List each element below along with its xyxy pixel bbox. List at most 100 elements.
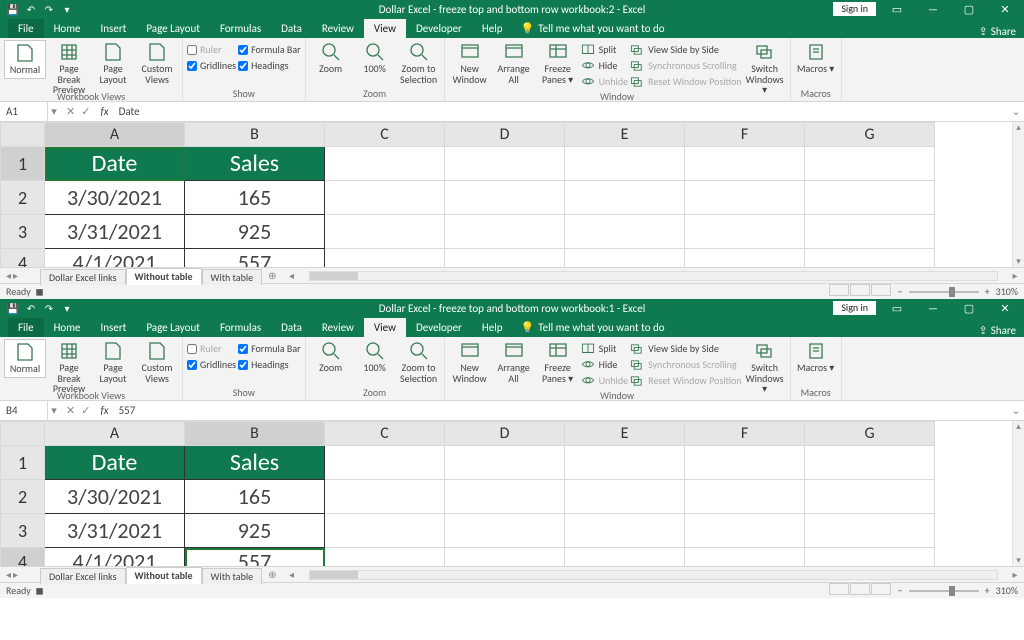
macros-button[interactable]: Macros ▾ (795, 339, 837, 376)
row-header-1[interactable]: 1 (1, 446, 45, 480)
minimize-button[interactable]: — (918, 0, 948, 18)
col-header-F[interactable]: F (685, 422, 805, 446)
sync-scroll-button[interactable]: Synchronous Scrolling (630, 357, 742, 372)
cell-A1[interactable]: Date (45, 147, 185, 181)
freeze-panes-button[interactable]: Freeze Panes ▾ (537, 339, 579, 386)
cell-C3[interactable] (325, 514, 445, 548)
hide-button[interactable]: Hide (581, 58, 628, 73)
menu-file[interactable]: File (8, 19, 44, 38)
cell-B3[interactable]: 925 (185, 215, 325, 249)
cell-D1[interactable] (445, 446, 565, 480)
cell-C2[interactable] (325, 181, 445, 215)
zoom-100-button[interactable]: 100% (354, 339, 396, 376)
cell-E1[interactable] (565, 446, 685, 480)
cell-B4[interactable]: 557 (185, 548, 325, 567)
name-box[interactable]: B4 (0, 401, 48, 420)
cell-A4[interactable]: 4/1/2021 (45, 249, 185, 268)
menu-formulas[interactable]: Formulas (210, 318, 271, 337)
col-header-D[interactable]: D (445, 422, 565, 446)
normal-view-button[interactable]: Normal (4, 339, 46, 378)
cell-A3[interactable]: 3/31/2021 (45, 215, 185, 249)
col-header-G[interactable]: G (805, 123, 935, 147)
maximize-button[interactable]: ▢ (954, 299, 984, 317)
cell-C3[interactable] (325, 215, 445, 249)
menu-developer[interactable]: Developer (406, 19, 472, 38)
tab-next-icon[interactable]: ▸ (13, 568, 18, 581)
view-buttons[interactable] (829, 583, 892, 598)
zoom-slider[interactable] (909, 590, 979, 592)
cell-F2[interactable] (685, 181, 805, 215)
menu-review[interactable]: Review (312, 318, 364, 337)
row-header-4[interactable]: 4 (1, 548, 45, 567)
menu-insert[interactable]: Insert (91, 19, 137, 38)
col-header-E[interactable]: E (565, 422, 685, 446)
cell-C2[interactable] (325, 480, 445, 514)
sheet-tab-1[interactable]: Without table (126, 268, 202, 285)
zoom-button[interactable]: Zoom (310, 339, 352, 376)
sheet-tab-2[interactable]: With table (202, 568, 263, 584)
page-layout-button[interactable]: Page Layout (92, 40, 134, 87)
sheet-tab-0[interactable]: Dollar Excel links (40, 269, 126, 285)
menu-file[interactable]: File (8, 318, 44, 337)
add-sheet-button[interactable]: ⊕ (262, 269, 282, 282)
cell-G4[interactable] (805, 249, 935, 268)
row-header-2[interactable]: 2 (1, 181, 45, 215)
add-sheet-button[interactable]: ⊕ (262, 568, 282, 581)
enter-icon[interactable]: ✓ (81, 404, 90, 417)
col-header-B[interactable]: B (185, 123, 325, 147)
macro-record-icon[interactable]: ◼ (35, 285, 43, 298)
cell-B4[interactable]: 557 (185, 249, 325, 268)
cell-F3[interactable] (685, 514, 805, 548)
fx-icon[interactable]: fx (96, 404, 112, 417)
share-button[interactable]: ⇪Share (979, 25, 1016, 38)
custom-views-button[interactable]: Custom Views (136, 339, 178, 386)
horizontal-scrollbar[interactable]: ◂▸ (283, 269, 1024, 282)
unhide-button[interactable]: Unhide (581, 74, 628, 89)
zoom-out-button[interactable]: − (898, 285, 903, 298)
name-box[interactable]: A1 (0, 102, 48, 121)
gridlines-checkbox[interactable]: Gridlines (187, 358, 236, 371)
row-header-3[interactable]: 3 (1, 215, 45, 249)
custom-views-button[interactable]: Custom Views (136, 40, 178, 87)
formula-input[interactable]: Date (113, 105, 1008, 118)
col-header-A[interactable]: A (45, 123, 185, 147)
menu-review[interactable]: Review (312, 19, 364, 38)
cell-G1[interactable] (805, 147, 935, 181)
zoom-slider[interactable] (909, 291, 979, 293)
cell-G2[interactable] (805, 480, 935, 514)
row-header-2[interactable]: 2 (1, 480, 45, 514)
cell-D2[interactable] (445, 480, 565, 514)
menu-insert[interactable]: Insert (91, 318, 137, 337)
menu-help[interactable]: Help (472, 19, 513, 38)
cell-E1[interactable] (565, 147, 685, 181)
ribbon-options-icon[interactable]: ▭ (882, 0, 912, 18)
row-header-3[interactable]: 3 (1, 514, 45, 548)
cell-G3[interactable] (805, 514, 935, 548)
expand-formula-bar-icon[interactable]: ⌄ (1008, 404, 1024, 417)
sheet-tab-2[interactable]: With table (202, 269, 263, 285)
cell-E4[interactable] (565, 548, 685, 567)
row-header-1[interactable]: 1 (1, 147, 45, 181)
menu-view[interactable]: View (364, 318, 406, 337)
sync-scroll-button[interactable]: Synchronous Scrolling (630, 58, 742, 73)
cell-F2[interactable] (685, 480, 805, 514)
cell-D4[interactable] (445, 249, 565, 268)
select-all-corner[interactable] (1, 123, 45, 147)
cell-E3[interactable] (565, 514, 685, 548)
new-window-button[interactable]: New Window (449, 40, 491, 87)
col-header-C[interactable]: C (325, 422, 445, 446)
cell-F4[interactable] (685, 548, 805, 567)
cell-G3[interactable] (805, 215, 935, 249)
close-button[interactable]: ✕ (990, 299, 1020, 317)
menu-data[interactable]: Data (271, 19, 312, 38)
formula-input[interactable]: 557 (113, 404, 1008, 417)
cell-B1[interactable]: Sales (185, 446, 325, 480)
cell-E3[interactable] (565, 215, 685, 249)
sheet-tab-1[interactable]: Without table (126, 567, 202, 584)
enter-icon[interactable]: ✓ (81, 105, 90, 118)
new-window-button[interactable]: New Window (449, 339, 491, 386)
zoom-in-button[interactable]: + (985, 285, 990, 298)
cell-C4[interactable] (325, 548, 445, 567)
macros-button[interactable]: Macros ▾ (795, 40, 837, 77)
side-by-side-button[interactable]: View Side by Side (630, 42, 742, 57)
